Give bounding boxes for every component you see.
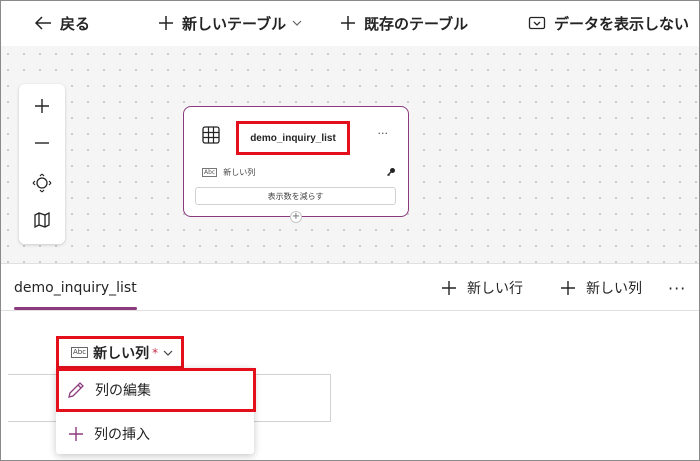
table-card-title: demo_inquiry_list <box>250 132 336 144</box>
table-grid-icon <box>202 126 220 144</box>
plus-icon <box>561 281 575 295</box>
chevron-down-icon <box>292 19 310 27</box>
new-row-label: 新しい行 <box>467 281 523 297</box>
table-card-more-button[interactable]: ··· <box>378 127 389 140</box>
arrow-left-icon <box>34 16 51 30</box>
back-button[interactable]: 戻る <box>34 0 90 46</box>
plus-icon <box>159 16 173 30</box>
chevron-down-icon[interactable] <box>163 349 173 357</box>
zoom-in-button[interactable] <box>19 88 65 124</box>
data-grid: Abc 新しい列 * 列の編集 列の挿入 <box>0 312 700 461</box>
hide-data-button[interactable]: データを表示しない <box>528 0 689 46</box>
show-fewer-button[interactable]: 表示数を減らす <box>195 187 396 205</box>
plus-icon <box>69 427 83 441</box>
required-mark: * <box>152 345 159 360</box>
table-card-title-highlight: demo_inquiry_list <box>236 121 350 155</box>
grid-more-button[interactable]: ··· <box>668 265 686 311</box>
new-column-label: 新しい列 <box>586 281 642 297</box>
menu-item-insert-column[interactable]: 列の挿入 <box>56 414 254 454</box>
column-header-new-column[interactable]: Abc 新しい列 * <box>56 336 184 369</box>
menu-item-edit-column[interactable]: 列の編集 <box>56 368 256 412</box>
minimap-button[interactable] <box>19 202 65 238</box>
zoom-in-icon <box>35 99 49 113</box>
tab-demo-inquiry-list[interactable]: demo_inquiry_list <box>14 265 137 311</box>
zoom-out-button[interactable] <box>19 125 65 161</box>
active-tab-indicator <box>14 307 137 310</box>
new-column-button[interactable]: 新しい列 <box>560 265 642 311</box>
table-card-column-label: 新しい列 <box>223 167 256 177</box>
column-context-menu: 列の編集 列の挿入 <box>56 368 256 454</box>
existing-table-label: 既存のテーブル <box>364 14 469 33</box>
hide-data-icon <box>528 16 546 30</box>
hide-data-label: データを表示しない <box>554 14 690 33</box>
zoom-out-icon <box>35 142 49 144</box>
key-icon <box>386 167 396 177</box>
back-label: 戻る <box>60 14 91 33</box>
pencil-icon <box>68 382 84 398</box>
table-card[interactable]: demo_inquiry_list ··· Abc 新しい列 表示数を減らす + <box>183 106 409 223</box>
canvas-toolbar <box>19 84 65 244</box>
new-row-button[interactable]: 新しい行 <box>441 265 523 311</box>
menu-item-label: 列の編集 <box>95 383 151 399</box>
existing-table-button[interactable]: 既存のテーブル <box>340 0 468 46</box>
menu-item-label: 列の挿入 <box>94 427 150 443</box>
add-relationship-button[interactable]: + <box>290 211 302 223</box>
new-table-button[interactable]: 新しいテーブル <box>158 0 310 46</box>
plus-icon <box>341 16 355 30</box>
column-header-label: 新しい列 <box>93 345 150 362</box>
diagram-canvas[interactable]: demo_inquiry_list ··· Abc 新しい列 表示数を減らす + <box>0 46 700 264</box>
command-bar: 戻る 新しいテーブル 既存のテーブル データを表示しない <box>0 0 700 46</box>
fit-view-icon <box>32 173 52 193</box>
data-grid-header: demo_inquiry_list 新しい行 新しい列 ··· <box>0 265 700 311</box>
map-icon <box>34 211 50 229</box>
new-table-label: 新しいテーブル <box>182 14 287 33</box>
fit-view-button[interactable] <box>19 165 65 201</box>
text-type-icon: Abc <box>71 347 89 358</box>
plus-icon <box>442 281 456 295</box>
text-type-icon: Abc <box>202 167 218 177</box>
table-card-column-row[interactable]: Abc 新しい列 <box>202 165 396 179</box>
